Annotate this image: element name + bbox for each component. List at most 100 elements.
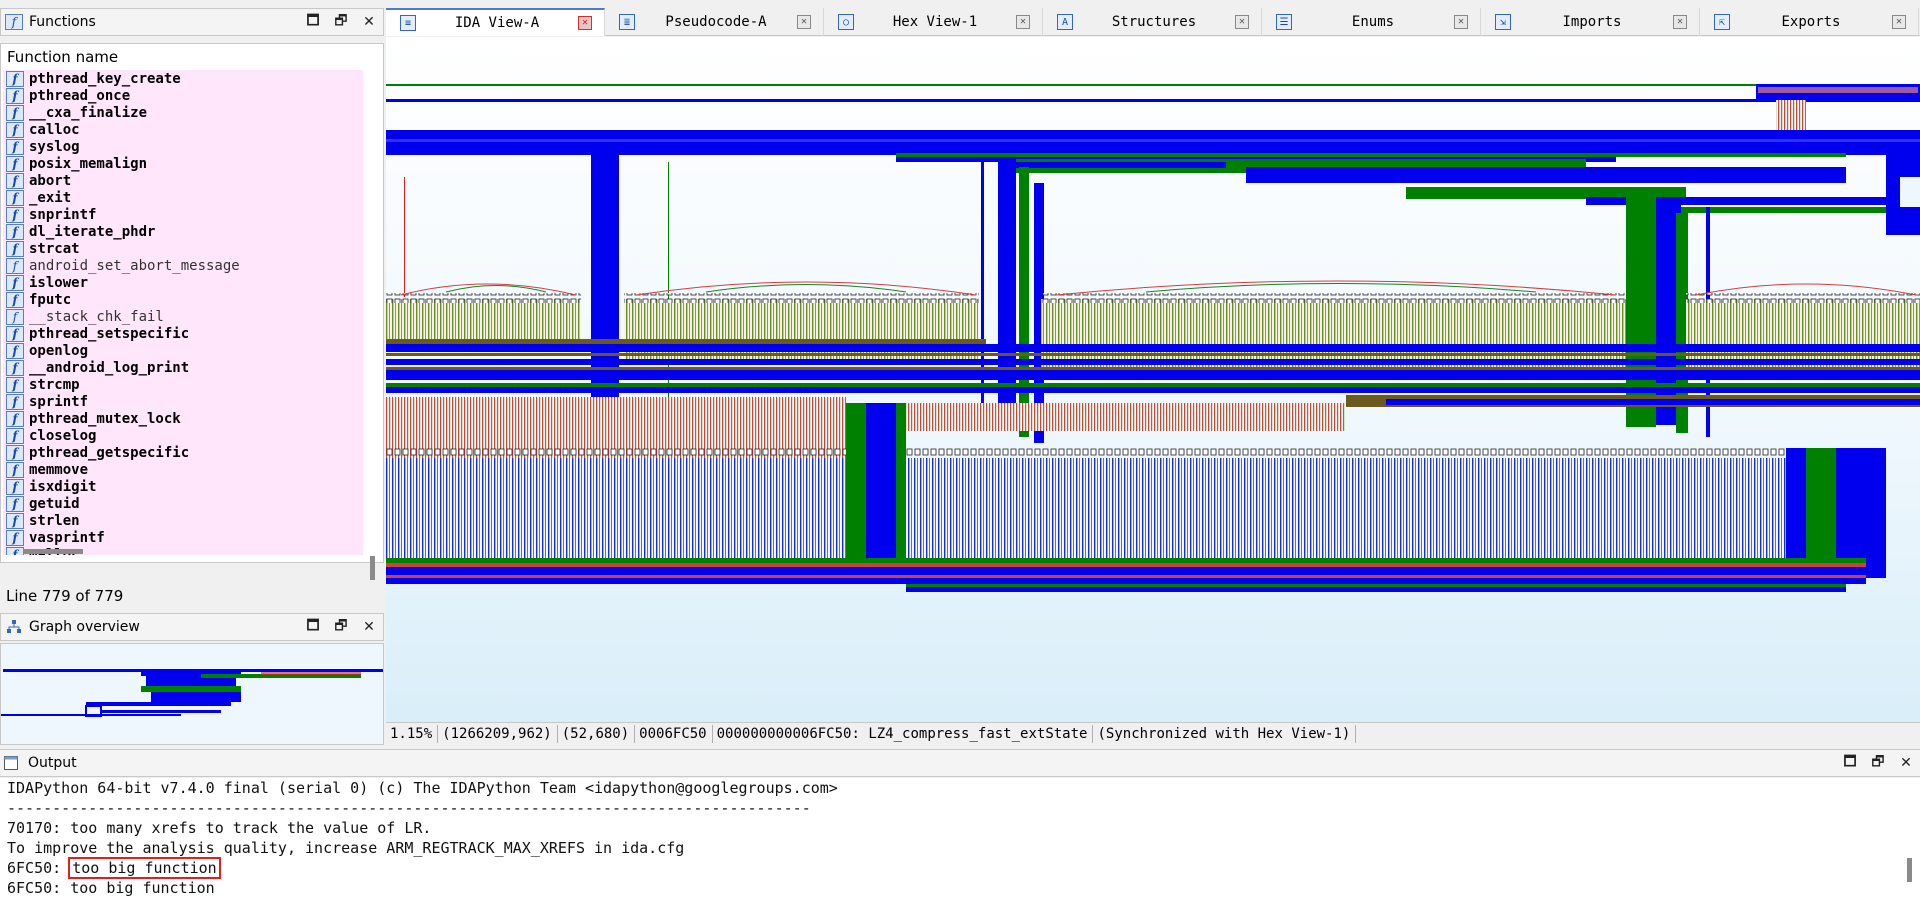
close-icon[interactable]: ✕ xyxy=(1892,750,1920,776)
function-icon: f xyxy=(6,529,24,546)
function-row[interactable]: f fputc xyxy=(3,291,363,308)
maximize-icon[interactable]: 🗖 xyxy=(299,614,327,640)
tab-label: Structures xyxy=(1111,14,1197,30)
graph-overview-canvas[interactable] xyxy=(0,643,384,745)
close-icon[interactable]: ✕ xyxy=(797,15,811,29)
function-row[interactable]: f isxdigit xyxy=(3,478,363,495)
function-icon: f xyxy=(5,13,23,31)
function-name: getuid xyxy=(29,495,80,512)
function-icon: f xyxy=(6,121,24,138)
maximize-icon[interactable]: 🗖 xyxy=(1836,750,1864,776)
tab-pseudocode-a[interactable]: ≣ Pseudocode-A ✕ xyxy=(605,8,824,36)
column-header-function-name[interactable]: Function name xyxy=(7,48,118,66)
tab-enums[interactable]: ☰ Enums ✕ xyxy=(1262,8,1481,36)
function-row[interactable]: f openlog xyxy=(3,342,363,359)
function-icon: f xyxy=(6,410,24,427)
graph-overview-titlebar: Graph overview 🗖 🗗 ✕ xyxy=(0,613,384,641)
function-icon: f xyxy=(6,291,24,308)
close-icon[interactable]: ✕ xyxy=(355,9,383,35)
disassembly-icon: ≡ xyxy=(400,15,416,31)
restore-icon[interactable]: 🗗 xyxy=(327,614,355,640)
close-icon[interactable]: ✕ xyxy=(1454,15,1468,29)
function-row[interactable]: f __android_log_print xyxy=(3,359,363,376)
function-name: pthread_mutex_lock xyxy=(29,410,181,427)
close-icon[interactable]: ✕ xyxy=(1016,15,1030,29)
function-row[interactable]: f __stack_chk_fail xyxy=(3,308,363,325)
close-icon[interactable]: ✕ xyxy=(1673,15,1687,29)
function-row[interactable]: f pthread_mutex_lock xyxy=(3,410,363,427)
tab-hex-view-1[interactable]: ○ Hex View-1 ✕ xyxy=(824,8,1043,36)
function-row[interactable]: f islower xyxy=(3,274,363,291)
function-row[interactable]: f pthread_key_create xyxy=(3,70,363,87)
function-row[interactable]: f strcmp xyxy=(3,376,363,393)
function-row[interactable]: f dl_iterate_phdr xyxy=(3,223,363,240)
function-row[interactable]: f posix_memalign xyxy=(3,155,363,172)
function-row[interactable]: f calloc xyxy=(3,121,363,138)
function-icon: f xyxy=(6,325,24,342)
function-icon: f xyxy=(6,495,24,512)
function-row[interactable]: f pthread_getspecific xyxy=(3,444,363,461)
ida-graph-view[interactable] xyxy=(386,37,1920,722)
close-icon[interactable]: ✕ xyxy=(578,16,592,30)
function-row[interactable]: f vasprintf xyxy=(3,529,363,546)
maximize-icon[interactable]: 🗖 xyxy=(299,9,327,35)
function-row[interactable]: f closelog xyxy=(3,427,363,444)
function-row[interactable]: f syslog xyxy=(3,138,363,155)
function-name: __stack_chk_fail xyxy=(29,308,164,325)
function-row[interactable]: f strcat xyxy=(3,240,363,257)
function-name: isxdigit xyxy=(29,478,97,495)
function-row[interactable]: f android_set_abort_message xyxy=(3,257,363,274)
function-row[interactable]: f _exit xyxy=(3,189,363,206)
current-address: 000000000006FC50: LZ4_compress_fast_extS… xyxy=(713,724,1094,743)
pseudocode-icon: ≣ xyxy=(619,14,635,30)
functions-list[interactable]: Function name f pthread_key_create f pthrea… xyxy=(0,43,384,580)
functions-panel-title: Functions xyxy=(29,14,96,30)
function-icon: f xyxy=(6,257,24,274)
view-tabs: ≡ IDA View-A ✕ ≣ Pseudocode-A ✕ ○ Hex Vi… xyxy=(386,8,1920,36)
tab-label: Imports xyxy=(1562,14,1622,30)
output-vertical-scrollbar[interactable] xyxy=(1907,858,1912,882)
function-name: __cxa_finalize xyxy=(29,104,148,121)
exports-icon: ⇱ xyxy=(1714,14,1730,30)
function-name: openlog xyxy=(29,342,89,359)
tab-exports[interactable]: ⇱ Exports ✕ xyxy=(1700,8,1919,36)
horizontal-scrollbar[interactable] xyxy=(23,549,83,554)
function-icon: f xyxy=(6,70,24,87)
function-icon: f xyxy=(6,138,24,155)
output-console[interactable]: IDAPython 64-bit v7.4.0 final (serial 0)… xyxy=(0,778,1920,908)
function-row[interactable]: f pthread_setspecific xyxy=(3,325,363,342)
function-icon: f xyxy=(6,274,24,291)
zoom-level: 1.15% xyxy=(386,724,439,743)
close-icon[interactable]: ✕ xyxy=(355,614,383,640)
tab-label: Exports xyxy=(1781,14,1841,30)
function-row[interactable]: f getuid xyxy=(3,495,363,512)
function-icon: f xyxy=(6,87,24,104)
file-offset: 0006FC50 xyxy=(635,724,713,743)
function-row[interactable]: f __cxa_finalize xyxy=(3,104,363,121)
close-icon[interactable]: ✕ xyxy=(1892,15,1906,29)
function-icon: f xyxy=(6,240,24,257)
vertical-scrollbar[interactable] xyxy=(370,556,375,580)
function-row[interactable]: f abort xyxy=(3,172,363,189)
function-row[interactable]: f sprintf xyxy=(3,393,363,410)
function-row[interactable]: f memmove xyxy=(3,461,363,478)
function-row[interactable]: f strlen xyxy=(3,512,363,529)
tab-structures[interactable]: A Structures ✕ xyxy=(1043,8,1262,36)
close-icon[interactable]: ✕ xyxy=(1235,15,1249,29)
graph-icon xyxy=(5,618,23,636)
function-icon: f xyxy=(6,104,24,121)
restore-icon[interactable]: 🗗 xyxy=(1864,750,1892,776)
functions-rows[interactable]: f pthread_key_create f pthread_once f __cxa_f… xyxy=(3,70,363,555)
function-row[interactable]: f snprintf xyxy=(3,206,363,223)
function-icon: f xyxy=(6,444,24,461)
graph-overview-title: Graph overview xyxy=(29,619,140,635)
function-name: pthread_setspecific xyxy=(29,325,190,342)
restore-icon[interactable]: 🗗 xyxy=(327,9,355,35)
output-panel-title: Output xyxy=(28,755,77,771)
hex-icon: ○ xyxy=(838,14,854,30)
tab-imports[interactable]: ⇲ Imports ✕ xyxy=(1481,8,1700,36)
function-name: pthread_key_create xyxy=(29,70,181,87)
output-line: IDAPython 64-bit v7.4.0 final (serial 0)… xyxy=(7,779,838,797)
tab-ida-view-a[interactable]: ≡ IDA View-A ✕ xyxy=(386,8,605,36)
function-row[interactable]: f pthread_once xyxy=(3,87,363,104)
